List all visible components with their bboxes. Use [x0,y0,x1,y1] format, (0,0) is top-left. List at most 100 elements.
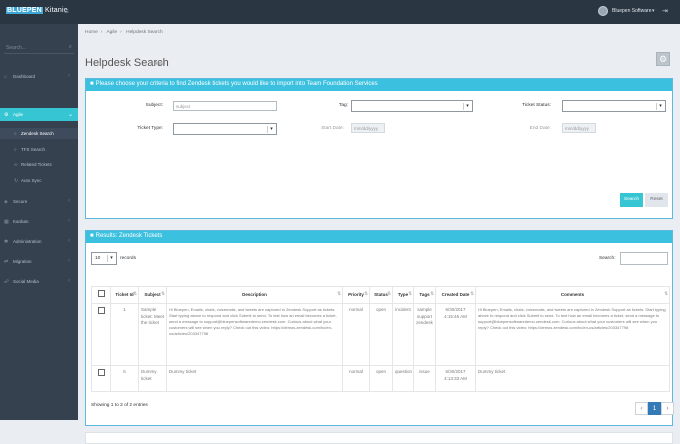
page-subtitle: Agile [154,61,166,67]
sort-icon: ⇅ [408,291,412,296]
breadcrumb-home[interactable]: Home [85,30,98,35]
app-logo[interactable]: BLUEPEN Kitanie [6,7,68,14]
chevron-down-icon: ▾ [463,103,471,110]
ticket-type-label: Ticket Type: [137,126,163,131]
results-panel: ■ Results: Zendesk Tickets 10 ▾ records S… [85,230,674,426]
table-search-input[interactable] [620,252,668,265]
row-checkbox[interactable] [97,306,105,314]
sort-icon: ⇅ [470,291,474,296]
table-row[interactable]: 1 Sample ticket: Meet the ticket Hi Blue… [91,302,670,366]
column-header-tags[interactable]: Tags ⇅ [413,286,436,304]
table-header-row: Ticket Id ⇅ Subject ⇅ Description ⇅ Priorit… [91,286,670,304]
logout-icon[interactable]: ⇥ [662,7,668,15]
tag-label: Tag: [338,103,348,108]
pagination-prev[interactable]: ‹ [635,402,648,415]
breadcrumb-separator: › [100,30,103,35]
tags-cell: issue [413,364,436,392]
chevron-down-icon: ▾ [107,255,115,262]
column-header-subject[interactable]: Subject ⇅ [138,286,167,304]
sidebar-subitem-related-tickets[interactable]: ∞ Related Tickets [0,159,78,170]
priority-cell: normal [342,364,370,392]
breadcrumb: Home › Agile › Helpdesk Search [85,30,166,35]
sidebar-item-administration[interactable]: ✱ Administration ‹ [0,235,78,248]
type-cell: incident [392,302,414,366]
tag-select[interactable]: ▾ [351,100,473,112]
breadcrumb-separator: › [120,30,122,35]
ticket-id-cell: 1 [110,302,139,366]
top-navbar: BLUEPEN Kitanie ≡ Bluepen Software ▾ ⇥ [0,0,680,24]
chevron-down-icon[interactable]: ▾ [652,8,655,14]
table-row[interactable]: 6 Dummy ticket Dummy ticket normal open … [91,364,670,392]
sort-icon: ⇅ [337,291,341,296]
table-search-label: Search: [599,256,616,261]
row-select-cell [91,364,111,392]
gear-icon[interactable]: ⚙ [656,52,670,66]
sidebar-subitem-tfs-search[interactable]: ⌕ TFS Search [0,144,78,155]
column-header-ticket-id[interactable]: Ticket Id ⇅ [110,286,139,304]
menu-toggle-icon[interactable]: ≡ [64,7,69,16]
column-header-comments[interactable]: Comments ⇅ [475,286,670,304]
agile-icon: ⚙ [4,112,9,118]
start-date-input[interactable]: mm/dd/yyyy [351,123,385,133]
sidebar-item-migration[interactable]: ⇄ Migration ‹ [0,255,78,268]
ticket-status-select[interactable]: ▾ [562,100,666,112]
link-icon: ∞ [14,162,18,168]
user-name[interactable]: Bluepen Software [612,8,651,14]
sort-icon: ⇅ [161,291,165,296]
tags-cell: sample support zendesk [413,302,436,366]
avatar[interactable] [598,6,608,16]
sidebar-subitem-auto-sync[interactable]: ↻ Auto Sync [0,175,78,186]
subject-input[interactable]: subject [173,101,277,111]
chevron-down-icon: ▾ [267,126,275,133]
created-date-cell: 6/30/2017 4:15:46 AM [435,302,476,366]
search-icon[interactable]: ⌕ [69,44,72,51]
results-panel-header: ■ Results: Zendesk Tickets [86,231,672,243]
priority-cell: normal [342,302,370,366]
pagination-next[interactable]: › [661,402,674,415]
chevron-down-icon: ▾ [656,103,664,110]
pagination-page-1[interactable]: 1 [648,402,661,415]
main-content: Home › Agile › Helpdesk Search Helpdesk Se… [78,24,680,444]
gift-icon: ■ [90,81,94,87]
column-header-created-date[interactable]: Created Date ⇅ [435,286,476,304]
share-icon: ☍ [4,279,10,285]
sidebar-subitem-zendesk-search[interactable]: ⌕ Zendesk Search [0,128,78,139]
sidebar-item-kanban[interactable]: ▦ Kanban ‹ [0,215,78,228]
footer-panel [85,432,673,444]
search-criteria-panel: ■ Please choose your criteria to find Zen… [85,78,673,219]
sort-icon: ⇅ [664,291,668,296]
column-header-description[interactable]: Description ⇅ [166,286,343,304]
type-cell: question [392,364,414,392]
sidebar-item-social-media[interactable]: ☍ Social Media ‹ [0,275,78,288]
status-cell: open [369,302,393,366]
column-header-type[interactable]: Type ⇅ [392,286,414,304]
row-checkbox[interactable] [97,368,105,376]
ticket-status-label: Ticket Status: [522,103,551,108]
ticket-id-cell: 6 [110,364,139,392]
end-date-input[interactable]: mm/dd/yyyy [562,123,596,133]
sidebar-item-dashboard[interactable]: ⌂ Dashboard ‹ [0,70,78,83]
sidebar-item-secure[interactable]: ◈ Secure ‹ [0,195,78,208]
end-date-label: End Date: [529,126,551,131]
kanban-icon: ▦ [4,219,9,225]
search-button[interactable]: Search [620,193,643,207]
sort-icon: ⇅ [133,291,137,296]
sidebar-search[interactable]: Search... ⌕ [4,43,74,54]
chevron-left-icon: ‹ [68,198,70,204]
row-select-cell [91,302,111,366]
reset-button[interactable]: Reset [645,193,668,207]
sidebar-item-agile[interactable]: ⚙ Agile ⌄ [0,108,78,121]
home-icon: ⌂ [4,74,8,80]
shield-icon: ◈ [4,199,8,205]
status-cell: open [369,364,393,392]
chevron-left-icon: ‹ [68,73,70,79]
ticket-type-select[interactable]: ▾ [173,123,277,135]
sidebar: Search... ⌕ ⌂ Dashboard ‹ PROCESS TEMPLA… [0,24,78,420]
sort-icon: ⇅ [430,291,434,296]
select-all-checkbox[interactable] [97,290,105,297]
breadcrumb-agile[interactable]: Agile [106,30,117,35]
column-header-status[interactable]: Status ⇅ [369,286,393,304]
column-header-priority[interactable]: Priority ⇅ [342,286,370,304]
comments-cell: Hi Bluepen, Emails, chats, voicemails, a… [475,302,670,366]
page-size-select[interactable]: 10 ▾ [91,252,117,265]
